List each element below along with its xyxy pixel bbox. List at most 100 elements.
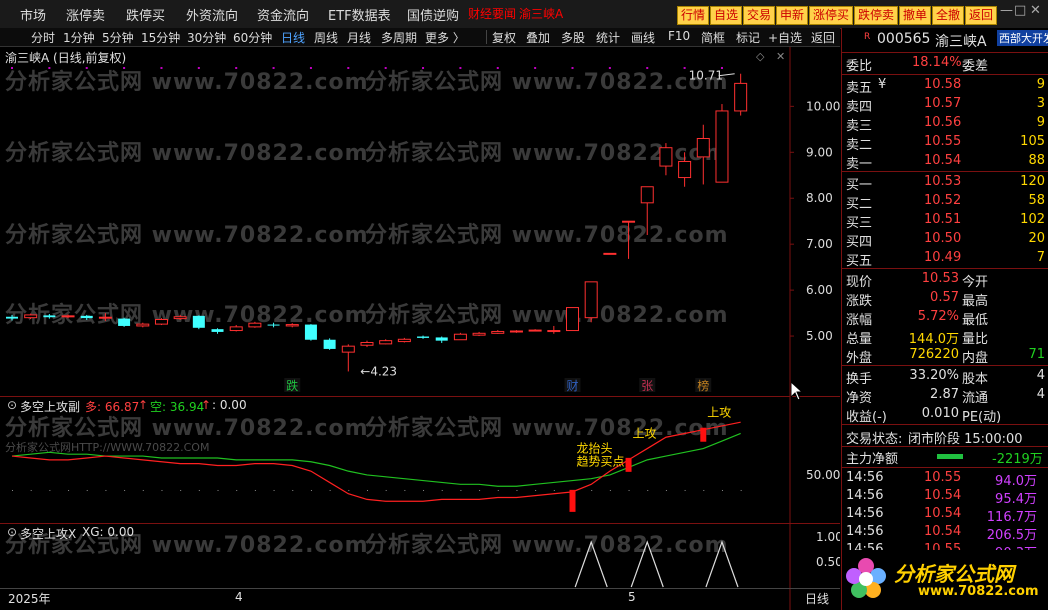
bid-row[interactable]: 买一 10.53 120 [842, 173, 1048, 193]
indicator1-toggle-icon[interactable]: ⊙ [7, 398, 17, 412]
ask-row[interactable]: 卖一 10.54 88 [842, 152, 1048, 172]
menu-market[interactable]: 市场 [20, 5, 46, 24]
candle-body [118, 318, 131, 326]
maximize-icon[interactable]: □ [1014, 3, 1026, 18]
cancel-order-button[interactable]: 撤单 [899, 6, 932, 25]
marker-dot [197, 67, 200, 69]
tool-multi-stock[interactable]: 多股 [561, 29, 585, 46]
menu-capital-flow[interactable]: 资金流向 [257, 5, 309, 24]
limitdown-sell-button[interactable]: 跌停卖 [854, 6, 899, 25]
baseline-dot [366, 489, 368, 491]
period-30min[interactable]: 30分钟 [187, 29, 226, 46]
candle-body [211, 329, 224, 332]
candle-body [379, 340, 393, 345]
ask-row[interactable]: 卖二 10.55 105 [842, 133, 1048, 153]
limitup-buy-button[interactable]: 涨停买 [809, 6, 854, 25]
event-mark: 张 [641, 379, 653, 393]
candle-body [154, 319, 168, 325]
tool-back[interactable]: 返回 [811, 29, 835, 46]
baseline-dot [628, 489, 630, 491]
period-more[interactable]: 更多 〉 [425, 29, 465, 46]
ask-row[interactable]: 卖四 10.57 3 [842, 95, 1048, 115]
baseline-dot [273, 489, 275, 491]
candle-body [304, 324, 317, 340]
tool-f10[interactable]: F10 [668, 29, 690, 43]
bid-row[interactable]: 买三 10.51 102 [842, 211, 1048, 231]
indicator2-toggle-icon[interactable]: ⊙ [7, 525, 17, 539]
close-icon[interactable]: ✕ [1030, 3, 1041, 18]
candle-body [248, 322, 262, 328]
menu-limitdown-buy[interactable]: 跌停买 [126, 5, 165, 24]
marker-dot [608, 67, 611, 69]
menu-etf-table[interactable]: ETF数据表 [328, 5, 391, 24]
bid-row[interactable]: 买五 10.49 7 [842, 249, 1048, 269]
ask-row[interactable]: 卖五 ¥10.58 9 [842, 76, 1048, 96]
period-5min[interactable]: 5分钟 [102, 29, 134, 46]
watchlist-button[interactable]: 自选 [710, 6, 743, 25]
marker-dot [160, 67, 163, 69]
candle-body [472, 332, 486, 336]
period-monthly[interactable]: 月线 [347, 29, 371, 46]
baseline-dot [310, 489, 312, 491]
tool-overlay[interactable]: 叠加 [526, 29, 550, 46]
candle-body [98, 316, 112, 319]
trend-buy-label: 趋势买点 [577, 455, 625, 469]
cancel-all-button[interactable]: 全撤 [932, 6, 965, 25]
ipo-button[interactable]: 申新 [776, 6, 809, 25]
baseline-dot [124, 489, 126, 491]
news-headline[interactable]: 财经要闻 [468, 5, 516, 22]
period-weekly[interactable]: 周线 [314, 29, 338, 46]
tool-simple-frame[interactable]: 简框 [701, 29, 725, 46]
ask-row[interactable]: 卖三 10.56 9 [842, 114, 1048, 134]
baseline-dot [479, 489, 481, 491]
tool-mark[interactable]: 标记 [736, 29, 760, 46]
sector-tag[interactable]: 西部大开发 [997, 30, 1048, 46]
weibi-row: 委比 18.14% 委差 [846, 55, 989, 74]
close-panel-icon[interactable]: ✕ [776, 50, 785, 63]
baseline-dot [198, 489, 200, 491]
candle-body [360, 341, 374, 346]
diamond-icon[interactable]: ◇ [756, 50, 764, 63]
candle-body [584, 281, 598, 319]
y-tick-label: 9.00 [806, 145, 833, 159]
period-multi[interactable]: 多周期 [381, 29, 417, 46]
signal-bar [625, 457, 632, 472]
candle-body [341, 345, 355, 353]
minimize-icon[interactable]: — [1000, 3, 1013, 18]
baseline-dot [516, 489, 518, 491]
baseline-dot [254, 489, 256, 491]
period-60min[interactable]: 60分钟 [233, 29, 272, 46]
xg-peak [630, 540, 664, 588]
marker-dot [683, 67, 686, 69]
chart-area[interactable]: 分析家公式网 www.70822.com 分析家公式网 www.70822.co… [0, 47, 840, 610]
candle-body [323, 339, 336, 349]
marker-dot [534, 67, 537, 69]
tool-stats[interactable]: 统计 [596, 29, 620, 46]
marker-dot [11, 67, 13, 69]
indicator2-y-label: 0.50 [816, 555, 840, 569]
indicator1-name[interactable]: 多空上攻副 [20, 398, 80, 415]
menu-reverse-repo[interactable]: 国债逆购 [407, 5, 459, 24]
trade-button[interactable]: 交易 [743, 6, 776, 25]
x-axis-period: 日线 [805, 592, 830, 606]
tool-draw[interactable]: 画线 [631, 29, 655, 46]
period-daily[interactable]: 日线 [281, 29, 305, 46]
bid-row[interactable]: 买四 10.50 20 [842, 230, 1048, 250]
bid-row[interactable]: 买二 10.52 58 [842, 192, 1048, 212]
baseline-dot [497, 489, 499, 491]
quote-button[interactable]: 行情 [677, 6, 710, 25]
indicator2-name[interactable]: 多空上攻X [20, 525, 76, 542]
quote-row: 涨跌 0.57 最高 [846, 290, 989, 309]
candle-body [80, 315, 93, 319]
menu-limitup-sell[interactable]: 涨停卖 [66, 5, 105, 24]
tool-adjust[interactable]: 复权 [492, 29, 516, 46]
stock-code: 000565 [877, 31, 931, 47]
period-intraday[interactable]: 分时 [31, 29, 55, 46]
tool-add-watchlist[interactable]: +自选 [768, 29, 802, 46]
period-1min[interactable]: 1分钟 [63, 29, 95, 46]
quote-row: 净资 2.87 流通 4 [846, 387, 1045, 406]
period-15min[interactable]: 15分钟 [141, 29, 180, 46]
indicator1-watermark: 分析家公式网HTTP://WWW.70822.COM [5, 441, 210, 454]
back-button[interactable]: 返回 [965, 6, 998, 25]
menu-foreign-flow[interactable]: 外资流向 [186, 5, 238, 24]
